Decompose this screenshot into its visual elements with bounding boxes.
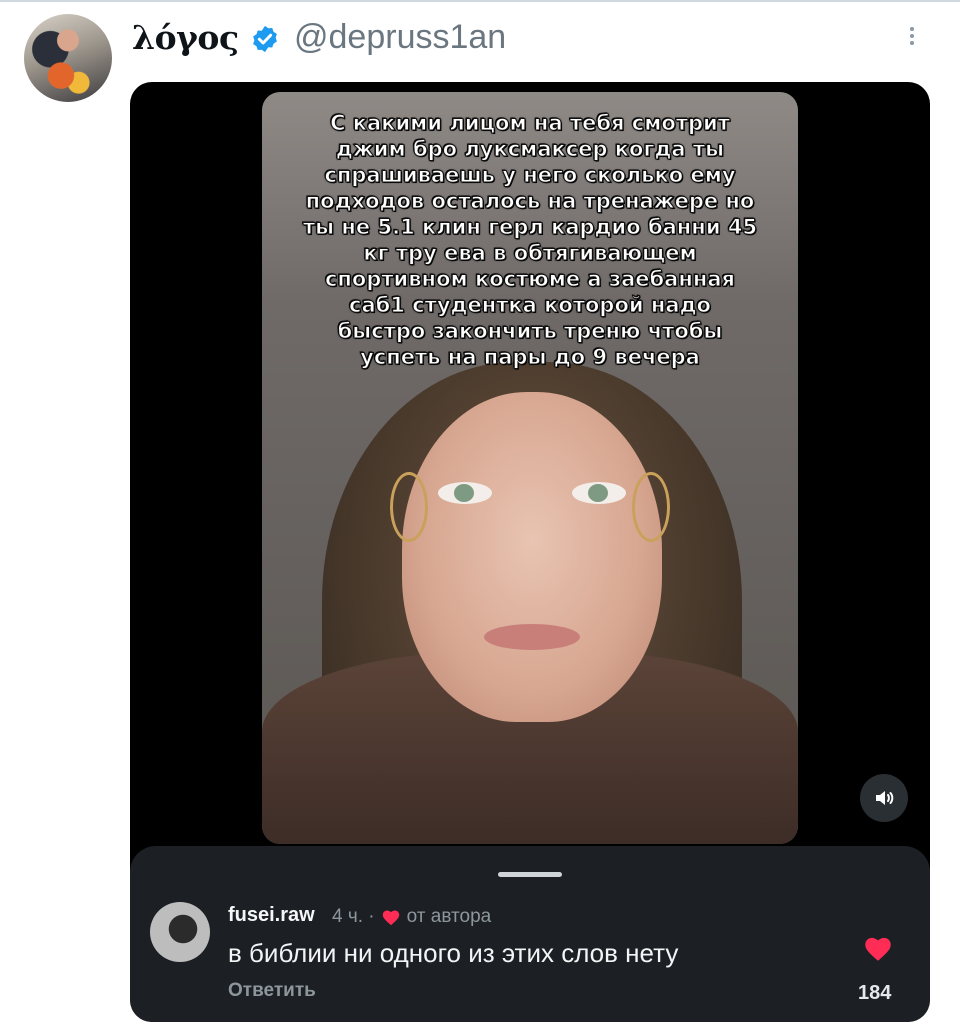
comment-text: в библии ни одного из этих слов нету bbox=[228, 938, 679, 968]
author-liked-heart-icon bbox=[382, 910, 399, 926]
top-divider bbox=[0, 0, 960, 2]
like-heart-icon[interactable] bbox=[862, 934, 894, 962]
video-frame[interactable]: С какими лицом на тебя смотрит джим бро … bbox=[262, 92, 798, 844]
photo-earring-right bbox=[632, 472, 670, 542]
volume-icon[interactable] bbox=[860, 774, 908, 822]
like-count: 184 bbox=[858, 982, 892, 1004]
author-avatar[interactable] bbox=[24, 14, 112, 102]
video-caption: С какими лицом на тебя смотрит джим бро … bbox=[302, 111, 758, 370]
photo-face-shape bbox=[402, 392, 662, 722]
reply-button[interactable]: Ответить bbox=[228, 980, 316, 1002]
sheet-grabber[interactable] bbox=[498, 872, 562, 877]
commenter-avatar[interactable] bbox=[150, 902, 210, 962]
photo-lips bbox=[484, 624, 580, 650]
verified-badge-icon bbox=[253, 25, 277, 53]
author-display-name[interactable]: λόγος bbox=[132, 18, 239, 57]
comment-panel: fusei.raw 4 ч. · от автора в библии ни о… bbox=[130, 846, 930, 1022]
comment-time: 4 ч. · bbox=[332, 906, 375, 927]
comment-meta: 4 ч. · от автора bbox=[332, 906, 491, 928]
author-handle[interactable]: @depruss1an bbox=[294, 18, 506, 57]
photo-earring-left bbox=[390, 472, 428, 542]
media-card[interactable]: С какими лицом на тебя смотрит джим бро … bbox=[130, 82, 930, 1022]
speaker-icon bbox=[876, 791, 894, 805]
photo-eye-left bbox=[438, 482, 492, 504]
more-vertical-icon[interactable] bbox=[905, 24, 919, 52]
commenter-username[interactable]: fusei.raw bbox=[228, 904, 315, 927]
photo-eye-right bbox=[572, 482, 626, 504]
author-liked-label: от автора bbox=[406, 906, 492, 927]
